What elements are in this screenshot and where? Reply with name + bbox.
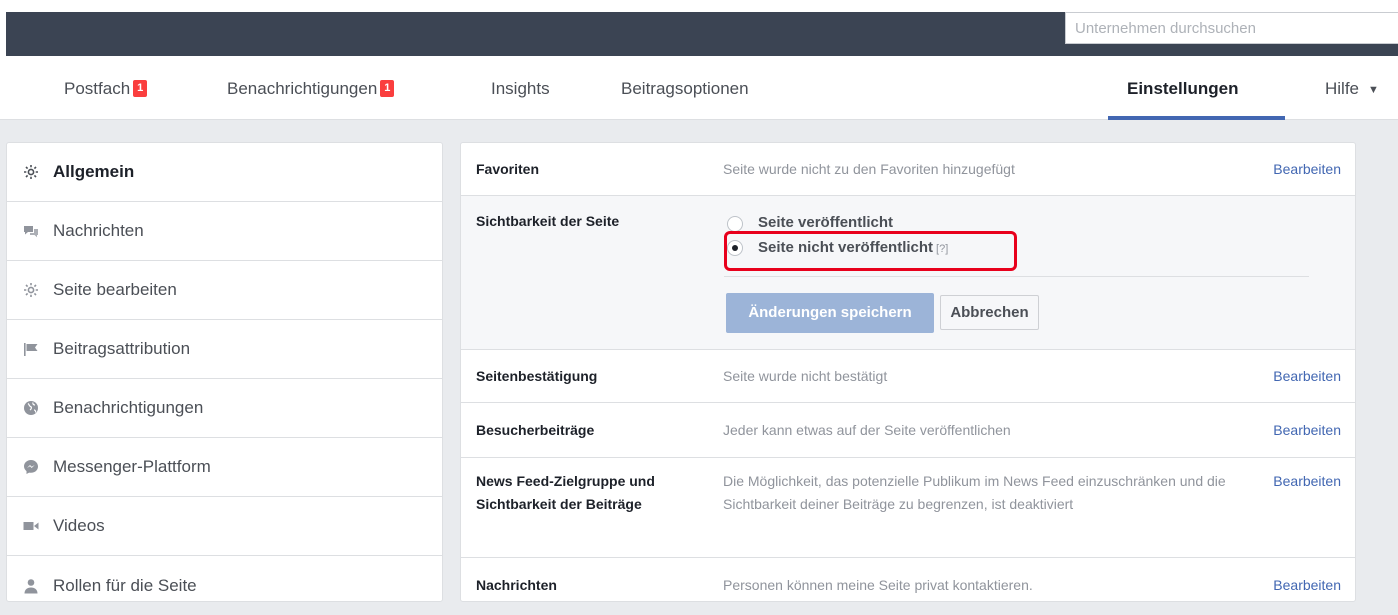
sidebar-item-rollen[interactable]: Rollen für die Seite (7, 556, 442, 615)
sidebar-item-label: Rollen für die Seite (53, 575, 197, 595)
cancel-button[interactable]: Abbrechen (940, 295, 1039, 330)
tab-label: Benachrichtigungen (227, 79, 378, 98)
setting-value: Die Möglichkeit, das potenzielle Publiku… (723, 473, 1226, 512)
tab-insights[interactable]: Insights (491, 56, 550, 120)
highlight-annotation-box (724, 231, 1017, 271)
video-camera-icon (23, 518, 39, 534)
save-changes-button[interactable]: Änderungen speichern (726, 293, 934, 333)
page-tab-bar: Postfach 1 Benachrichtigungen 1 Insights B… (0, 56, 1398, 120)
tab-label: Beitragsoptionen (621, 79, 749, 98)
flag-icon (23, 341, 39, 357)
notification-badge: 1 (133, 80, 148, 98)
sidebar-item-benachrichtigungen[interactable]: Benachrichtigungen (7, 379, 442, 438)
tab-label: Einstellungen (1127, 79, 1239, 98)
setting-value: Seite wurde nicht bestätigt (723, 368, 888, 384)
tab-hilfe[interactable]: Hilfe ▼ (1325, 56, 1379, 120)
setting-label: Besucherbeiträge (476, 422, 595, 438)
gear-icon (23, 282, 39, 298)
gear-icon (23, 164, 39, 180)
settings-row-sichtbarkeit: Sichtbarkeit der Seite Seite veröffentli… (461, 196, 1355, 350)
sidebar-item-label: Benachrichtigungen (53, 398, 204, 417)
sidebar-item-label: Videos (53, 516, 105, 535)
tab-beitragsoptionen[interactable]: Beitragsoptionen (621, 56, 749, 120)
radio-label-published: Seite veröffentlicht (758, 214, 894, 231)
tab-postfach[interactable]: Postfach 1 (64, 56, 148, 120)
sidebar-item-nachrichten[interactable]: Nachrichten (7, 202, 442, 261)
search-input[interactable] (1066, 13, 1398, 43)
sidebar-item-allgemein[interactable]: Allgemein (7, 143, 442, 202)
notification-badge: 1 (380, 80, 395, 98)
settings-row-nachrichten: Nachrichten Personen können meine Seite … (461, 558, 1355, 601)
edit-link[interactable]: Bearbeiten (1273, 158, 1341, 181)
setting-value: Seite wurde nicht zu den Favoriten hinzu… (723, 161, 1015, 177)
settings-panel: Favoriten Seite wurde nicht zu den Favor… (460, 142, 1356, 602)
setting-label-line2: Sichtbarkeit der Beiträge (476, 496, 642, 512)
sidebar-item-label: Nachrichten (53, 221, 144, 240)
tab-benachrichtigungen[interactable]: Benachrichtigungen 1 (227, 56, 395, 120)
messenger-icon (23, 459, 39, 475)
edit-link[interactable]: Bearbeiten (1273, 419, 1341, 442)
top-bar (0, 0, 1398, 56)
chat-bubbles-icon (23, 223, 39, 239)
tab-label: Hilfe (1325, 79, 1360, 98)
person-icon (23, 578, 39, 594)
sidebar-item-label: Allgemein (53, 162, 135, 181)
tab-label: Postfach (64, 79, 131, 98)
settings-row-besucherbeitraege: Besucherbeiträge Jeder kann etwas auf de… (461, 403, 1355, 458)
globe-icon (23, 400, 39, 416)
sidebar-item-label: Seite bearbeiten (53, 280, 177, 299)
setting-label: Favoriten (476, 161, 540, 177)
setting-label-line1: News Feed-Zielgruppe und (476, 473, 655, 489)
search-box[interactable] (1065, 12, 1398, 44)
edit-link[interactable]: Bearbeiten (1273, 365, 1341, 388)
edit-link[interactable]: Bearbeiten (1273, 470, 1341, 493)
sidebar-item-seite-bearbeiten[interactable]: Seite bearbeiten (7, 261, 442, 320)
tab-einstellungen[interactable]: Einstellungen (1127, 56, 1238, 120)
tab-label: Insights (491, 79, 550, 98)
settings-sidebar: Allgemein Nachrichten Seite bearbeiten B… (6, 142, 443, 602)
active-tab-indicator (1108, 116, 1285, 120)
sidebar-item-videos[interactable]: Videos (7, 497, 442, 556)
setting-label: Seitenbestätigung (476, 368, 598, 384)
setting-value: Jeder kann etwas auf der Seite veröffent… (723, 422, 1011, 438)
settings-row-favoriten: Favoriten Seite wurde nicht zu den Favor… (461, 143, 1355, 196)
radio-page-published[interactable] (727, 216, 743, 232)
settings-row-seitenbestaetigung: Seitenbestätigung Seite wurde nicht best… (461, 350, 1355, 403)
sidebar-item-label: Beitragsattribution (53, 339, 191, 358)
setting-label: Sichtbarkeit der Seite (476, 213, 620, 229)
sidebar-item-beitragsattribution[interactable]: Beitragsattribution (7, 320, 442, 379)
sidebar-item-messenger-plattform[interactable]: Messenger-Plattform (7, 438, 442, 497)
sidebar-item-label: Messenger-Plattform (53, 457, 211, 476)
divider (724, 276, 1309, 277)
settings-row-newsfeed: News Feed-Zielgruppe und Sichtbarkeit de… (461, 458, 1355, 558)
chevron-down-icon: ▼ (1368, 83, 1379, 96)
